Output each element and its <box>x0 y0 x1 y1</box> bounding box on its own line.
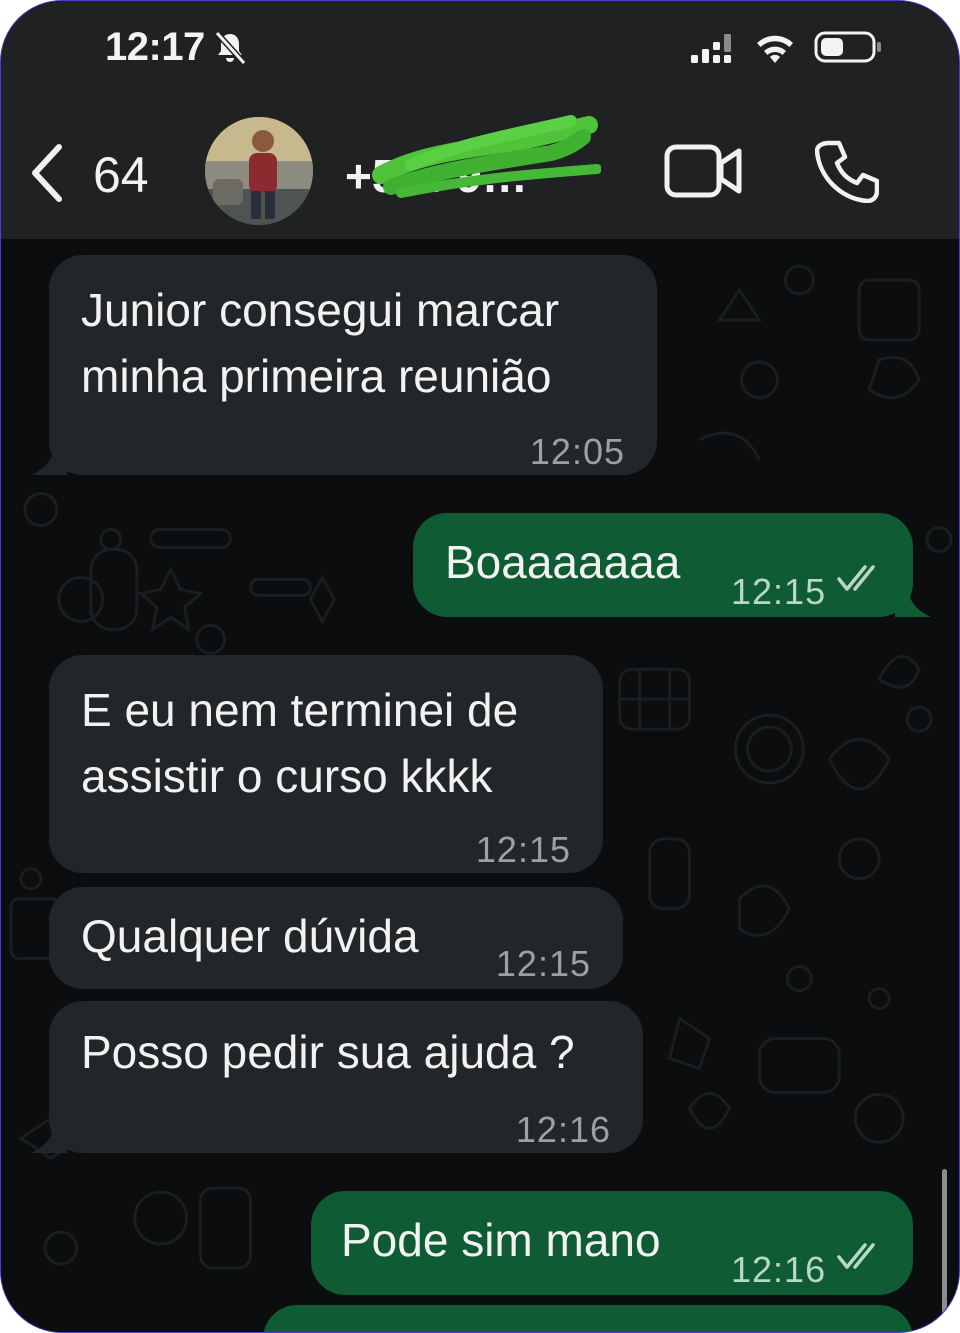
message-bubble-incoming[interactable]: Junior consegui marcar minha primeira re… <box>31 255 657 475</box>
message-time: 12:16 <box>731 1249 827 1290</box>
message-text: Posso pedir sua ajuda ? <box>81 1026 575 1078</box>
bubble-tail <box>895 587 931 617</box>
message-bubble-outgoing-partial[interactable] <box>263 1305 913 1332</box>
back-chevron-icon[interactable] <box>25 141 69 205</box>
contact-avatar[interactable] <box>205 117 313 225</box>
double-check-icon <box>837 1243 875 1269</box>
bubble-tail <box>31 445 67 475</box>
unread-count[interactable]: 64 <box>93 146 149 204</box>
message-bubble-incoming[interactable]: E eu nem terminei de assistir o curso kk… <box>49 655 603 873</box>
message-bubble-incoming[interactable]: Qualquer dúvida 12:15 <box>49 887 623 989</box>
message-text: E eu nem terminei de <box>81 684 519 736</box>
message-time: 12:15 <box>495 943 591 984</box>
message-bubble-incoming[interactable]: Posso pedir sua ajuda ? 12:16 <box>31 1001 643 1153</box>
bell-slash-icon <box>214 30 247 66</box>
chat-area[interactable]: Junior consegui marcar minha primeira re… <box>1 239 959 1332</box>
message-text: minha primeira reunião <box>81 350 552 402</box>
top-bar: 12:17 64 +5… 9… <box>1 1 959 239</box>
message-text: Junior consegui marcar <box>81 284 560 336</box>
message-time: 12:16 <box>515 1109 611 1150</box>
scrollbar[interactable] <box>942 1169 947 1321</box>
wifi-icon <box>757 35 793 63</box>
message-time: 12:15 <box>475 829 571 870</box>
message-time: 12:15 <box>731 571 827 612</box>
signal-icon <box>691 34 731 63</box>
message-bubble-outgoing[interactable]: Boaaaaaaa 12:15 <box>413 513 931 617</box>
message-text: Boaaaaaaa <box>445 536 681 588</box>
redaction-scribble <box>372 115 601 198</box>
phone-icon[interactable] <box>815 139 879 203</box>
message-time: 12:05 <box>529 431 625 472</box>
message-text: Pode sim mano <box>341 1214 661 1266</box>
message-bubble-outgoing[interactable]: Pode sim mano 12:16 <box>311 1191 913 1295</box>
phone-screen: 12:17 64 +5… 9… Junior consegui marcar m… <box>0 0 960 1333</box>
message-text: Qualquer dúvida <box>81 910 419 962</box>
status-time: 12:17 <box>105 25 205 69</box>
battery-icon <box>814 31 881 63</box>
message-text: assistir o curso kkkk <box>81 750 493 802</box>
video-call-icon[interactable] <box>663 141 745 201</box>
double-check-icon <box>837 565 875 591</box>
bubble-tail <box>31 1123 67 1153</box>
